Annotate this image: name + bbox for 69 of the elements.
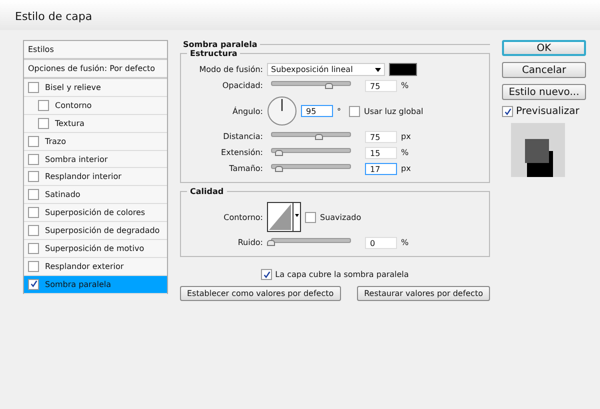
checkbox[interactable] — [28, 171, 39, 182]
style-item[interactable]: Bisel y relieve — [24, 79, 167, 97]
unit-label: px — [401, 132, 411, 141]
checkbox[interactable] — [38, 100, 49, 111]
style-item[interactable]: Trazo — [24, 132, 167, 151]
field-label: Extensión: — [220, 148, 263, 157]
checkbox[interactable] — [349, 106, 360, 116]
style-item[interactable]: Superposición de colores — [24, 204, 167, 222]
style-item[interactable]: Satinado — [24, 186, 167, 204]
window-title: Estilo de capa — [0, 0, 600, 30]
style-item[interactable]: Superposición de motivo — [24, 240, 167, 258]
style-item[interactable]: Resplandor interior — [24, 168, 167, 186]
number-field[interactable]: 15 — [365, 146, 397, 158]
angle-dial[interactable] — [267, 96, 297, 126]
group-title: Estructura — [189, 49, 238, 58]
number-field[interactable]: 17 — [365, 162, 397, 174]
field-label: Ángulo: — [231, 106, 263, 116]
checkbox[interactable] — [38, 118, 49, 129]
field-label: Modo de fusión: — [198, 65, 263, 74]
field-label: Tamaño: — [228, 164, 263, 173]
field-label: Ruido: — [236, 238, 263, 247]
number-field[interactable]: 0 — [365, 236, 397, 248]
unit-label: % — [401, 81, 409, 90]
style-item[interactable]: Opciones de fusión: Por defecto — [24, 60, 167, 79]
checkbox[interactable] — [28, 136, 39, 147]
checkbox-label: Previsualizar — [516, 106, 580, 117]
dialog-button[interactable]: Estilo nuevo... — [502, 84, 586, 100]
group-title: Calidad — [189, 187, 225, 196]
number-field[interactable]: 95 — [301, 105, 333, 117]
checkbox[interactable] — [28, 154, 39, 164]
checkbox[interactable] — [28, 260, 39, 272]
field-label: Contorno: — [222, 212, 263, 222]
field-label: Distancia: — [222, 132, 263, 141]
unit-label: % — [401, 148, 409, 157]
reset-button[interactable]: Restaurar valores por defecto — [357, 286, 490, 301]
unit-label: px — [401, 164, 411, 173]
style-item[interactable]: Superposición de degradado — [24, 222, 167, 240]
unit-label: ° — [337, 106, 341, 116]
contour-picker[interactable] — [267, 202, 301, 232]
dropdown-arrow-icon — [375, 68, 381, 72]
checkbox[interactable] — [305, 212, 316, 222]
style-item[interactable]: Contorno — [24, 96, 167, 115]
checkbox-label: La capa cubre la sombra paralela — [275, 270, 409, 279]
unit-label: % — [401, 238, 409, 247]
checkbox[interactable] — [28, 82, 39, 93]
checkbox[interactable] — [28, 189, 39, 200]
group-title: Sombra paralela — [182, 40, 258, 49]
checkbox[interactable] — [502, 106, 513, 117]
preview-thumbnail — [511, 123, 565, 177]
checkbox-label: Suavizado — [320, 212, 362, 222]
number-field[interactable]: 75 — [365, 80, 397, 92]
blend-mode-dropdown[interactable]: Subexposición lineal — [267, 63, 385, 76]
dialog-button[interactable]: OK — [502, 40, 586, 56]
field-label: Opacidad: — [221, 81, 263, 90]
style-item[interactable]: Sombra interior — [24, 150, 167, 168]
checkbox[interactable] — [261, 269, 272, 280]
style-item[interactable]: Estilos — [24, 41, 167, 60]
number-field[interactable]: 75 — [365, 130, 397, 142]
style-item[interactable]: Textura — [24, 114, 167, 133]
checkbox[interactable] — [28, 207, 39, 218]
checkbox[interactable] — [28, 225, 39, 236]
style-item[interactable]: Sombra paralela — [24, 276, 167, 294]
checkbox-label: Usar luz global — [364, 106, 424, 116]
dialog-button[interactable]: Cancelar — [502, 62, 586, 78]
reset-button[interactable]: Establecer como valores por defecto — [180, 286, 341, 301]
checkbox[interactable] — [28, 278, 39, 290]
slider-thumb[interactable] — [267, 240, 275, 246]
color-swatch[interactable] — [389, 63, 417, 76]
checkbox[interactable] — [28, 242, 39, 254]
